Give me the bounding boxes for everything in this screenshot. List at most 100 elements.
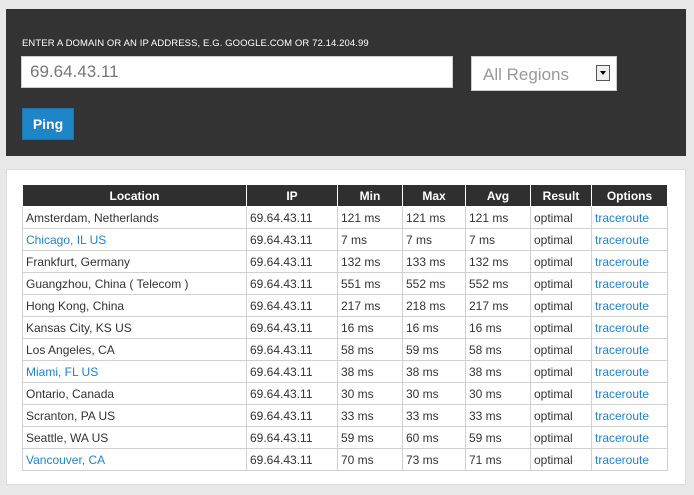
ip-cell: 69.64.43.11	[246, 382, 338, 405]
results-body: Amsterdam, Netherlands 69.64.43.11 121 ms 1…	[22, 206, 668, 471]
region-select-value: All Regions	[483, 65, 569, 84]
traceroute: traceroute	[591, 360, 668, 383]
max-cell: 16 ms	[402, 316, 466, 339]
traceroute: traceroute	[591, 228, 668, 251]
table-row: Seattle, WA US 69.64.43.11 59 ms 60 ms 59 ms…	[22, 426, 668, 449]
domain-input[interactable]	[21, 56, 453, 88]
ip-cell: 69.64.43.11	[246, 272, 338, 295]
max-cell: 33 ms	[402, 404, 466, 427]
avg-cell: 71 ms	[465, 448, 531, 471]
traceroute-link[interactable]: traceroute	[595, 211, 649, 225]
table-row: Ontario, Canada 69.64.43.11 30 ms 30 ms 30 m…	[22, 382, 668, 405]
avg-cell: 7 ms	[465, 228, 531, 251]
ping-button[interactable]: Ping	[22, 108, 74, 140]
result-cell: optimal	[530, 426, 592, 449]
traceroute: traceroute	[591, 426, 668, 449]
max-cell: 30 ms	[402, 382, 466, 405]
min-cell: 30 ms	[337, 382, 403, 405]
max-cell: 59 ms	[402, 338, 466, 361]
result-cell: optimal	[530, 316, 592, 339]
traceroute-link[interactable]: traceroute	[595, 277, 649, 291]
table-row: Hong Kong, China 69.64.43.11 217 ms 218 ms 2…	[22, 294, 668, 317]
ip-cell: 69.64.43.11	[246, 206, 338, 229]
header-options: Options	[591, 185, 668, 207]
header-min: Min	[337, 185, 403, 207]
traceroute-link[interactable]: traceroute	[595, 321, 649, 335]
min-cell: 70 ms	[337, 448, 403, 471]
max-cell: 38 ms	[402, 360, 466, 383]
table-row: Chicago, IL US 69.64.43.11 7 ms 7 ms 7 ms opt…	[22, 228, 668, 251]
location-cell-link[interactable]: Vancouver, CA	[26, 453, 105, 467]
table-row: Guangzhou, China ( Telecom ) 69.64.43.11 5…	[22, 272, 668, 295]
header-result: Result	[530, 185, 592, 207]
max-cell: 121 ms	[402, 206, 466, 229]
traceroute: traceroute	[591, 404, 668, 427]
traceroute: traceroute	[591, 272, 668, 295]
traceroute-link[interactable]: traceroute	[595, 299, 649, 313]
ip-cell: 69.64.43.11	[246, 316, 338, 339]
location-cell: Chicago, IL US	[22, 228, 247, 251]
result-cell: optimal	[530, 448, 592, 471]
region-select[interactable]: All Regions	[471, 56, 617, 91]
max-cell: 7 ms	[402, 228, 466, 251]
min-cell: 121 ms	[337, 206, 403, 229]
min-cell: 16 ms	[337, 316, 403, 339]
location-cell: Kansas City, KS US	[22, 316, 247, 339]
traceroute-link[interactable]: traceroute	[595, 233, 649, 247]
min-cell: 58 ms	[337, 338, 403, 361]
traceroute-link[interactable]: traceroute	[595, 453, 649, 467]
avg-cell: 217 ms	[465, 294, 531, 317]
traceroute: traceroute	[591, 250, 668, 273]
min-cell: 132 ms	[337, 250, 403, 273]
min-cell: 217 ms	[337, 294, 403, 317]
traceroute-link[interactable]: traceroute	[595, 343, 649, 357]
avg-cell: 552 ms	[465, 272, 531, 295]
traceroute: traceroute	[591, 316, 668, 339]
location-cell: Seattle, WA US	[22, 426, 247, 449]
table-row: Vancouver, CA 69.64.43.11 70 ms 73 ms 71 ms o…	[22, 448, 668, 471]
traceroute-link[interactable]: traceroute	[595, 409, 649, 423]
header-max: Max	[402, 185, 466, 207]
location-cell: Scranton, PA US	[22, 404, 247, 427]
min-cell: 7 ms	[337, 228, 403, 251]
location-cell: Ontario, Canada	[22, 382, 247, 405]
max-cell: 218 ms	[402, 294, 466, 317]
header-location: Location	[22, 185, 247, 207]
result-cell: optimal	[530, 338, 592, 361]
result-cell: optimal	[530, 228, 592, 251]
table-row: Scranton, PA US 69.64.43.11 33 ms 33 ms 33 m…	[22, 404, 668, 427]
traceroute-link[interactable]: traceroute	[595, 387, 649, 401]
min-cell: 33 ms	[337, 404, 403, 427]
max-cell: 60 ms	[402, 426, 466, 449]
traceroute: traceroute	[591, 294, 668, 317]
result-cell: optimal	[530, 206, 592, 229]
ip-cell: 69.64.43.11	[246, 448, 338, 471]
avg-cell: 33 ms	[465, 404, 531, 427]
avg-cell: 38 ms	[465, 360, 531, 383]
traceroute-link[interactable]: traceroute	[595, 365, 649, 379]
traceroute-link[interactable]: traceroute	[595, 255, 649, 269]
table-header-row: Location IP Min Max Avg Result Options	[22, 185, 668, 207]
location-cell-link[interactable]: Chicago, IL US	[26, 233, 106, 247]
traceroute: traceroute	[591, 206, 668, 229]
location-cell: Guangzhou, China ( Telecom )	[22, 272, 247, 295]
ip-cell: 69.64.43.11	[246, 404, 338, 427]
location-cell: Los Angeles, CA	[22, 338, 247, 361]
result-cell: optimal	[530, 272, 592, 295]
max-cell: 133 ms	[402, 250, 466, 273]
location-cell: Hong Kong, China	[22, 294, 247, 317]
avg-cell: 59 ms	[465, 426, 531, 449]
location-cell: Amsterdam, Netherlands	[22, 206, 247, 229]
table-row: Miami, FL US 69.64.43.11 38 ms 38 ms 38 ms op…	[22, 360, 668, 383]
avg-cell: 58 ms	[465, 338, 531, 361]
results-panel: Location IP Min Max Avg Result Options A…	[6, 169, 686, 485]
location-cell: Miami, FL US	[22, 360, 247, 383]
ip-cell: 69.64.43.11	[246, 294, 338, 317]
avg-cell: 16 ms	[465, 316, 531, 339]
max-cell: 552 ms	[402, 272, 466, 295]
result-cell: optimal	[530, 294, 592, 317]
location-cell-link[interactable]: Miami, FL US	[26, 365, 98, 379]
avg-cell: 30 ms	[465, 382, 531, 405]
traceroute-link[interactable]: traceroute	[595, 431, 649, 445]
chevron-down-icon[interactable]	[596, 65, 610, 81]
